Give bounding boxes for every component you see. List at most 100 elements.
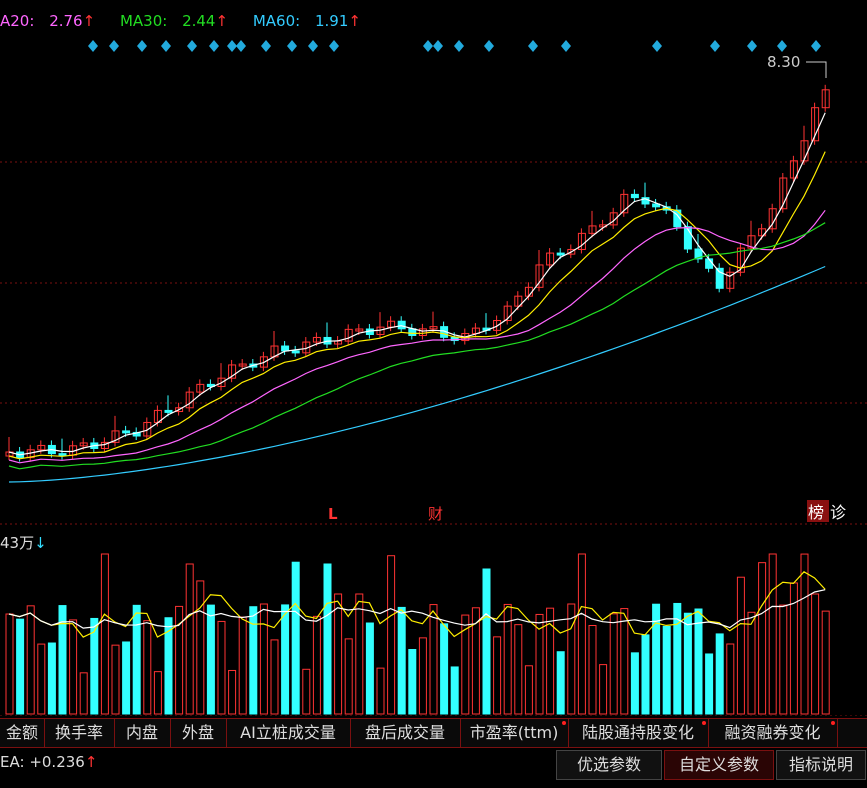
indicator-footer: EA: +0.236↑ 优选参数 自定义参数 指标说明 [0, 747, 867, 788]
volume-bar [270, 639, 279, 715]
volume-bar [259, 603, 268, 715]
tab-2[interactable]: 换手率 [44, 719, 115, 747]
volume-bar [577, 553, 586, 715]
tab-label: 融资融券变化 [724, 723, 821, 742]
up-arrow-icon: ↑ [215, 12, 229, 30]
volume-bar [79, 672, 88, 715]
volume-bar [620, 608, 629, 715]
down-arrow-icon: ↓ [34, 534, 47, 552]
event-marker-icon [137, 40, 147, 52]
volume-bar [206, 604, 215, 715]
volume-bar [5, 613, 14, 715]
volume-bar [111, 644, 120, 715]
event-marker-icon [747, 40, 757, 52]
tab-1[interactable]: 金额 [0, 719, 45, 747]
price-high-pointer [806, 61, 827, 78]
volume-ma5-line [8, 571, 826, 638]
volume-bar [758, 562, 767, 715]
tab-3[interactable]: 内盘 [114, 719, 171, 747]
indicator-value: EA: +0.236↑ [0, 753, 98, 771]
tab-6[interactable]: 盘后成交量 [350, 719, 461, 747]
event-zhen-marker: 诊 [830, 503, 846, 522]
volume-bar [365, 622, 374, 715]
event-marker-icon [423, 40, 433, 52]
event-l-marker: L [328, 505, 338, 523]
candle-body [281, 345, 290, 352]
tab-4[interactable]: 外盘 [170, 719, 227, 747]
ma-legend: A20: 2.76↑ MA30: 2.44↑ MA60: 1.91↑ [0, 12, 381, 32]
event-bang-marker: 榜 [808, 503, 824, 522]
custom-params-button[interactable]: 自定义参数 [664, 750, 774, 780]
volume-bar [185, 563, 194, 715]
tab-label: 市盈率(ttm) [469, 723, 559, 742]
volume-bar [397, 606, 406, 715]
ma20-line [8, 209, 826, 464]
event-marker-icon [484, 40, 494, 52]
event-marker-icon [227, 40, 237, 52]
volume-bar [228, 669, 237, 715]
event-marker-icon [811, 40, 821, 52]
tab-label: 换手率 [54, 723, 103, 742]
event-marker-icon [528, 40, 538, 52]
volume-bar [355, 593, 364, 715]
ma60-line [8, 265, 826, 483]
volume-bar [514, 624, 523, 715]
volume-bar [694, 608, 703, 715]
volume-bar [69, 619, 78, 715]
candle-body [291, 350, 300, 354]
volume-bar [747, 611, 756, 715]
volume-bar [376, 667, 385, 715]
volume-bar [556, 651, 565, 715]
event-marker-icon [88, 40, 98, 52]
volume-bar [281, 604, 290, 715]
volume-bar [37, 643, 46, 715]
volume-bar [683, 612, 692, 715]
volume-bar [16, 618, 25, 715]
volume-bar [408, 649, 417, 715]
volume-bar [238, 616, 247, 715]
notify-dot-icon [831, 721, 835, 725]
volume-bar [599, 664, 608, 715]
tab-label: 金额 [5, 723, 38, 742]
tab-label: 内盘 [125, 723, 158, 742]
candle-body [122, 430, 131, 434]
event-marker-icon [109, 40, 119, 52]
tab-9[interactable]: 融资融券变化 [708, 719, 838, 747]
ma60-legend: MA60: 1.91↑ [252, 12, 361, 30]
candle-body [630, 193, 639, 199]
top-toolbar [0, 0, 867, 8]
volume-bar [811, 593, 820, 715]
candle-body [397, 320, 406, 330]
tab-label: 盘后成交量 [364, 723, 445, 742]
volume-bar [800, 553, 809, 715]
volume-bar [715, 633, 724, 715]
event-marker-icon [561, 40, 571, 52]
indicator-tab-bar: 金额 换手率 内盘 外盘 AI立桩成交量 盘后成交量 市盈率(ttm) 陆股通持股变化 融资融券… [0, 718, 867, 748]
volume-bar [47, 642, 56, 715]
candle-body [58, 453, 67, 457]
event-marker-icon [209, 40, 219, 52]
event-marker-icon [261, 40, 271, 52]
tab-label: AI立桩成交量 [240, 723, 336, 742]
kline-chart[interactable]: 8.30 L 财 榜诊 [0, 0, 867, 716]
tab-7[interactable]: 市盈率(ttm) [460, 719, 569, 747]
volume-bar [736, 576, 745, 715]
volume-bar [524, 665, 533, 715]
volume-bar [153, 671, 162, 715]
tab-5[interactable]: AI立桩成交量 [226, 719, 351, 747]
event-marker-icon [433, 40, 443, 52]
volume-bar [122, 641, 131, 715]
volume-bar [630, 652, 639, 715]
volume-bar [323, 563, 332, 715]
notify-dot-icon [702, 721, 706, 725]
volume-bar [662, 625, 671, 715]
volume-bar [312, 615, 321, 715]
indicator-help-button[interactable]: 指标说明 [776, 750, 866, 780]
volume-bar [302, 668, 311, 715]
event-cai-marker: 财 [428, 505, 443, 523]
volume-bar [482, 568, 491, 715]
preferred-params-button[interactable]: 优选参数 [556, 750, 662, 780]
ma30-line [8, 222, 826, 470]
tab-8[interactable]: 陆股通持股变化 [568, 719, 709, 747]
volume-bar [132, 604, 141, 715]
